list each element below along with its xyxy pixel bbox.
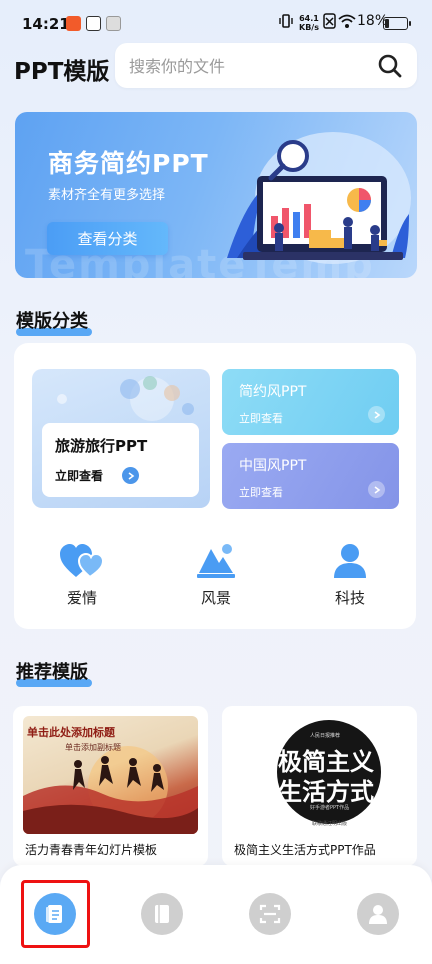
app-notification-icon (66, 16, 81, 31)
status-time: 14:21 (22, 15, 70, 33)
person-icon (334, 544, 366, 578)
chevron-right-icon[interactable] (368, 481, 385, 498)
template-card-minimalism[interactable]: 人民日报推荐 极简主义 生活方式 好手游者PPT作品 联歌通汪明出版 极简主义生… (222, 706, 417, 866)
banner-title: 商务简约PPT (48, 149, 209, 178)
template-thumbnail: 单击此处添加标题 单击添加副标题 (23, 716, 198, 834)
travel-card-title: 旅游旅行PPT (55, 437, 148, 455)
selection-highlight (21, 880, 90, 948)
banner-subtitle: 素材齐全有更多选择 (48, 188, 166, 203)
search-bar[interactable] (115, 43, 417, 88)
chevron-right-icon[interactable] (368, 406, 385, 423)
love-label: 爱情 (66, 589, 97, 607)
minimal-thumb-caption: 好手游者PPT作品 (310, 805, 350, 811)
simple-style-card[interactable]: 简约风PPT 立即查看 (222, 369, 399, 435)
simple-style-link[interactable]: 立即查看 (239, 410, 283, 426)
scenery-category[interactable]: 风景 (176, 543, 256, 608)
travel-card-info: 旅游旅行PPT 立即查看 (42, 423, 199, 497)
wifi-icon (338, 13, 356, 33)
promo-banner[interactable]: TemplateTemp 商务简约PPT 素材齐全有更多选择 查看分类 (15, 112, 417, 278)
bottom-navigation (0, 865, 432, 964)
template-name: 极简主义生活方式PPT作品 (234, 843, 376, 857)
chinese-style-card[interactable]: 中国风PPT 立即查看 (222, 443, 399, 509)
user-icon (369, 905, 387, 924)
minimal-thumb-foot: 联歌通汪明出版 (312, 821, 348, 827)
status-bar: 14:21 64.1 KB/s 18% (0, 0, 432, 44)
travel-category-card[interactable]: 旅游旅行PPT 立即查看 (32, 369, 210, 508)
youth-thumb-subtitle: 单击添加副标题 (65, 743, 121, 752)
simple-style-title: 简约风PPT (239, 384, 307, 400)
chinese-style-link[interactable]: 立即查看 (239, 484, 283, 500)
view-categories-button[interactable]: 查看分类 (47, 222, 168, 255)
tag-notification-icon (106, 16, 121, 31)
sim-off-icon (323, 13, 336, 33)
search-icon[interactable] (377, 53, 403, 79)
love-category[interactable]: 爱情 (42, 543, 122, 608)
youth-thumb-title: 单击此处添加标题 (27, 726, 115, 739)
scan-icon (259, 904, 281, 924)
business-illustration-icon (227, 132, 411, 264)
nav-profile[interactable] (357, 893, 399, 935)
minimal-thumb-line2: 生活方式 (278, 778, 374, 806)
search-input[interactable] (129, 54, 369, 78)
landscape-icon (197, 544, 235, 578)
tech-category[interactable]: 科技 (310, 543, 390, 608)
tech-label: 科技 (334, 589, 365, 607)
vibrate-icon (279, 13, 293, 33)
chevron-right-icon[interactable] (122, 467, 139, 484)
nav-scan[interactable] (249, 893, 291, 935)
minimal-thumb-top: 人民日报推荐 (310, 733, 341, 739)
category-panel: 旅游旅行PPT 立即查看 简约风PPT 立即查看 中国风PPT 立即查看 爱情 (14, 343, 416, 629)
app-title: PPT模版 (14, 59, 110, 85)
hearts-icon (60, 544, 104, 579)
travel-view-link[interactable]: 立即查看 (55, 467, 103, 484)
scenery-label: 风景 (200, 589, 231, 607)
template-name: 活力青春青年幻灯片模板 (25, 843, 158, 857)
battery-icon (383, 17, 411, 30)
template-thumbnail: 人民日报推荐 极简主义 生活方式 好手游者PPT作品 联歌通汪明出版 (232, 716, 407, 834)
category-section-title: 模版分类 (16, 307, 92, 336)
link-notification-icon (86, 16, 101, 31)
nav-library[interactable] (141, 893, 183, 935)
template-card-youth[interactable]: 单击此处添加标题 单击添加副标题 活力青春青年幻灯片模板 (13, 706, 208, 866)
book-icon (155, 905, 169, 923)
network-speed: 64.1 KB/s (299, 14, 319, 32)
chinese-style-title: 中国风PPT (239, 458, 307, 474)
recommend-section-title: 推荐模版 (16, 658, 92, 687)
